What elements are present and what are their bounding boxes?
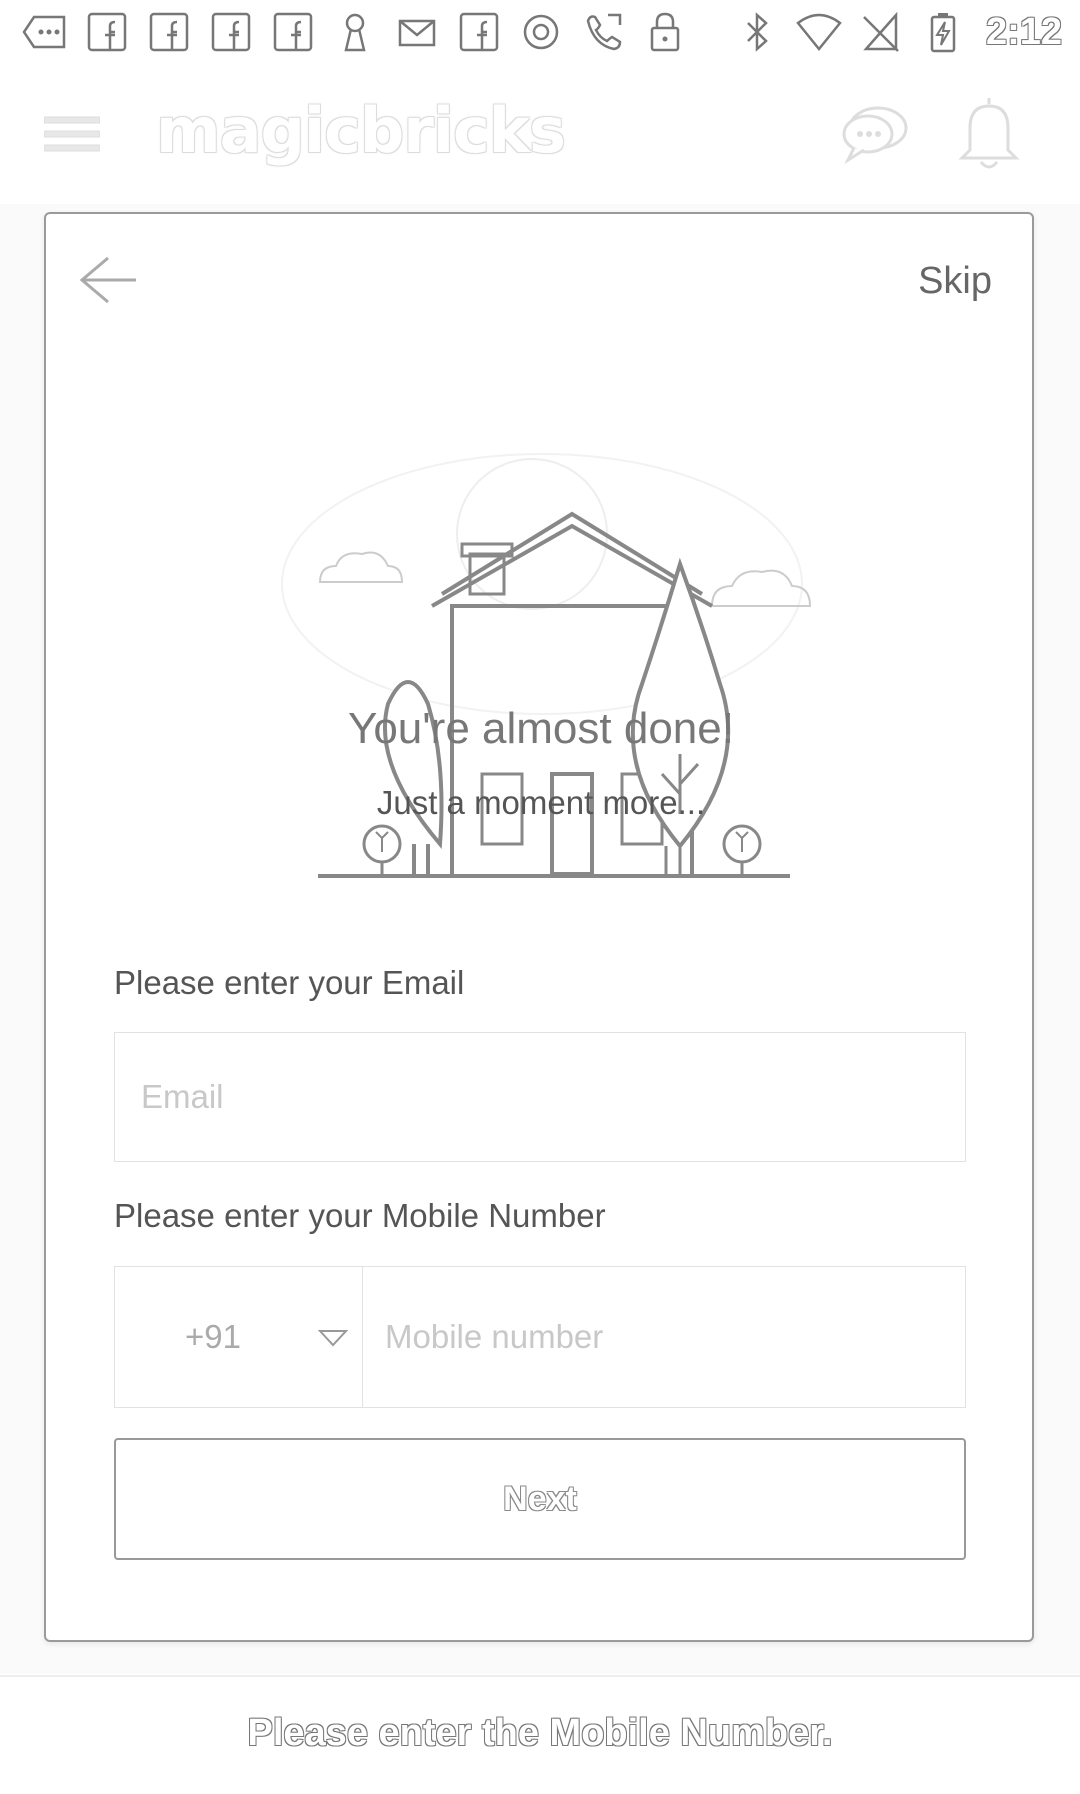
dialog-subtitle: Just a moment more... — [376, 784, 706, 821]
status-bar-notifications — [22, 11, 688, 53]
no-sim-icon — [858, 11, 904, 53]
more-icon — [22, 11, 68, 53]
status-bar-system: 2:12 — [734, 11, 1062, 54]
facebook-icon — [146, 11, 192, 53]
screen: 2:12 magicbricks Skip You're almost done… — [0, 0, 1080, 1794]
wifi-icon — [796, 11, 842, 53]
email-label: Please enter your Email — [114, 964, 465, 1001]
mobile-number-input[interactable] — [362, 1266, 966, 1408]
email-input[interactable] — [114, 1032, 966, 1162]
country-code-value: +91 — [185, 1318, 241, 1355]
mobile-label: Please enter your Mobile Number — [114, 1197, 606, 1234]
menu-icon[interactable] — [43, 114, 101, 154]
house-illustration — [232, 434, 852, 914]
chat-icon[interactable] — [840, 100, 910, 166]
signup-dialog: Skip You're almost done! Just a moment m… — [44, 212, 1034, 1642]
at-icon — [518, 11, 564, 53]
bell-icon[interactable] — [956, 94, 1022, 172]
chevron-down-icon — [317, 1329, 349, 1347]
next-button[interactable]: Next — [114, 1438, 966, 1560]
lock-icon — [642, 11, 688, 53]
back-arrow-icon[interactable] — [76, 250, 140, 310]
facebook-icon — [270, 11, 316, 53]
brand-logo: magicbricks — [156, 94, 566, 167]
facebook-icon — [456, 11, 502, 53]
status-bar: 2:12 — [0, 0, 1080, 64]
toast-message: Please enter the Mobile Number. — [247, 1712, 833, 1754]
dialog-title: You're almost done! — [348, 704, 734, 753]
facebook-icon — [208, 11, 254, 53]
toast-divider — [0, 1675, 1080, 1677]
battery-charging-icon — [920, 11, 966, 53]
skip-button[interactable]: Skip — [918, 260, 992, 303]
app-bar: magicbricks — [0, 64, 1080, 204]
facebook-icon — [84, 11, 130, 53]
status-time: 2:12 — [985, 10, 1062, 53]
keyhole-icon — [332, 11, 378, 53]
country-code-dropdown[interactable]: +91 — [114, 1266, 362, 1408]
bluetooth-icon — [734, 11, 780, 53]
mail-icon — [394, 11, 440, 53]
phone-icon — [580, 11, 626, 53]
